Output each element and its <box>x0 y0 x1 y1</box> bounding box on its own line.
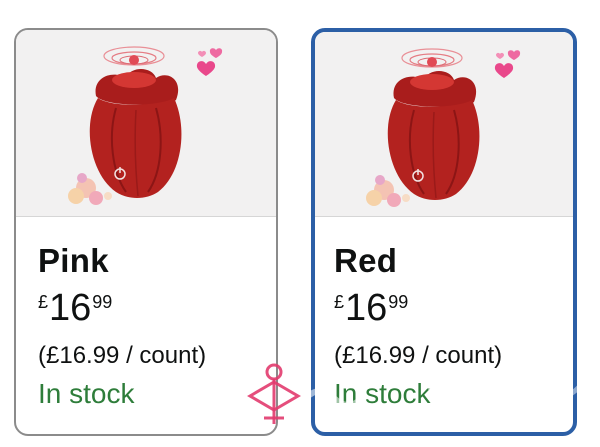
product-image-pink <box>16 30 276 217</box>
rose-product-image <box>366 48 521 207</box>
price-currency-symbol: £ <box>38 292 49 312</box>
variant-card-red[interactable]: Red £ 16 99 (£16.99 / count) In stock <box>311 28 577 436</box>
unit-price: (£16.99 / count) <box>334 342 503 369</box>
product-image-red <box>315 32 573 217</box>
variant-selector: Pink £ 16 99 (£16.99 / count) In stock R… <box>0 0 600 447</box>
variant-card-pink[interactable]: Pink £ 16 99 (£16.99 / count) In stock <box>14 28 278 436</box>
unit-price: (£16.99 / count) <box>38 342 207 369</box>
rose-product-image <box>68 46 223 205</box>
variant-price: £ 16 99 <box>38 286 112 330</box>
price-whole: 16 <box>345 287 388 329</box>
variant-name: Pink <box>38 242 109 279</box>
availability-status: In stock <box>38 378 135 409</box>
price-fraction: 99 <box>92 292 113 312</box>
price-currency-symbol: £ <box>334 292 345 312</box>
variant-name: Red <box>334 242 398 279</box>
price-fraction: 99 <box>388 292 409 312</box>
variant-price: £ 16 99 <box>334 286 408 330</box>
price-whole: 16 <box>49 287 92 329</box>
availability-status: In stock <box>334 378 431 409</box>
